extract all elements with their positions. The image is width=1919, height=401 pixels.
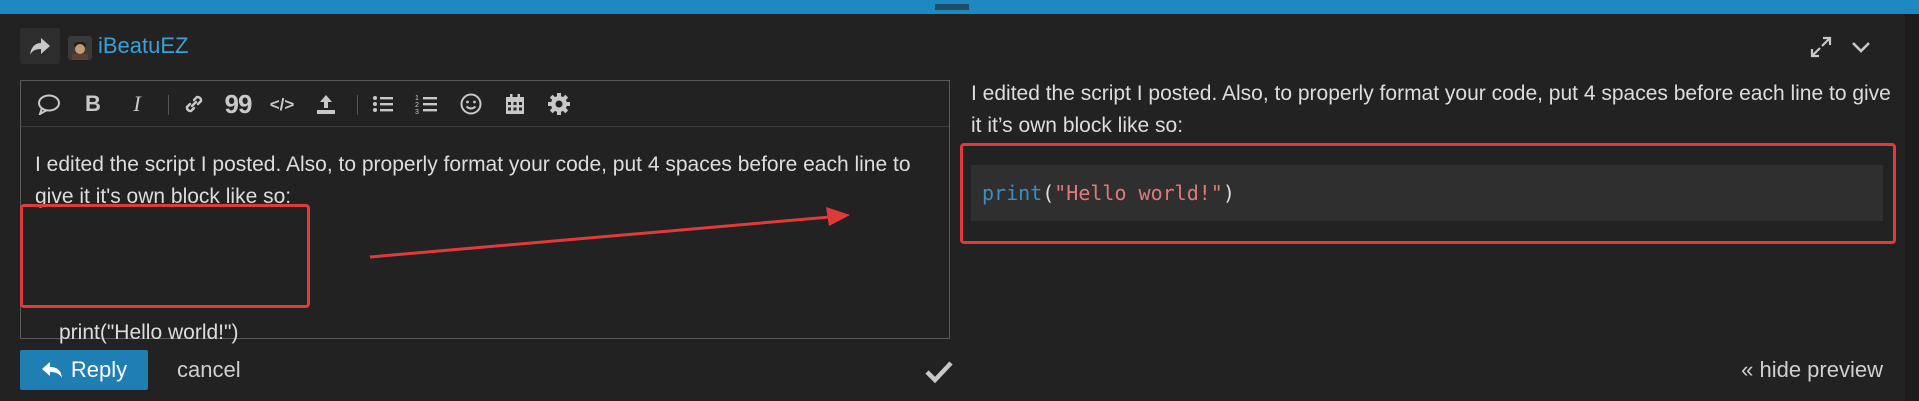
hide-preview-link[interactable]: « hide preview [1741, 357, 1883, 383]
reply-button[interactable]: Reply [20, 350, 148, 390]
checkmark-icon [924, 356, 954, 386]
reply-arrow-icon [41, 362, 62, 378]
annotation-box-preview-code [960, 143, 1896, 244]
cancel-link[interactable]: cancel [177, 357, 241, 383]
preview-text: I edited the script I posted. Also, to p… [971, 82, 1891, 137]
reply-button-label: Reply [70, 357, 128, 382]
